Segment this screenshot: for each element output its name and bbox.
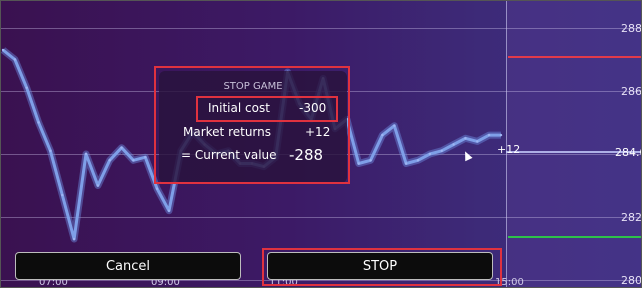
tick-label-288: 288	[621, 22, 642, 35]
game-screen: 288 286 284.07 282 280 +12 STOP GAME Ini…	[0, 0, 642, 288]
price-point	[144, 156, 147, 159]
current-value-amount: -288	[289, 146, 324, 164]
cancel-button[interactable]: Cancel	[15, 252, 241, 280]
price-point	[96, 184, 100, 187]
price-point	[37, 121, 40, 124]
market-returns-value: +12	[305, 125, 331, 139]
price-point	[476, 140, 479, 143]
initial-cost-value: -300	[299, 101, 327, 115]
price-point	[428, 152, 432, 156]
market-return-tag: +12	[497, 143, 521, 156]
price-point	[369, 159, 372, 162]
price-point	[464, 137, 467, 140]
price-point	[132, 159, 135, 162]
price-point	[13, 58, 17, 61]
price-point	[61, 193, 64, 197]
current-value-label: = Current value	[181, 148, 277, 162]
price-point	[381, 133, 384, 137]
price-point	[108, 159, 111, 162]
market-returns-label: Market returns	[183, 125, 272, 139]
price-point	[167, 209, 171, 212]
tick-label-282: 282	[621, 211, 642, 224]
current-price-tag: 284.07	[615, 146, 641, 159]
price-point	[49, 149, 52, 152]
price-point	[487, 133, 491, 137]
price-point	[393, 124, 396, 127]
price-point	[25, 86, 28, 90]
price-point	[440, 149, 443, 152]
price-point	[120, 146, 123, 149]
tick-label-280: 280	[621, 274, 642, 287]
price-point	[84, 152, 88, 156]
price-point	[404, 162, 408, 165]
price-point	[357, 162, 360, 165]
price-point	[155, 187, 159, 190]
price-point	[499, 133, 503, 137]
popup-title: STOP GAME	[223, 81, 283, 92]
price-point	[72, 237, 76, 241]
price-point	[452, 143, 455, 146]
price-point	[416, 159, 420, 162]
tick-label-286: 286	[621, 85, 642, 98]
initial-cost-label: Initial cost	[208, 101, 270, 115]
price-point	[1, 48, 5, 52]
stop-button-highlight-box	[262, 248, 502, 286]
